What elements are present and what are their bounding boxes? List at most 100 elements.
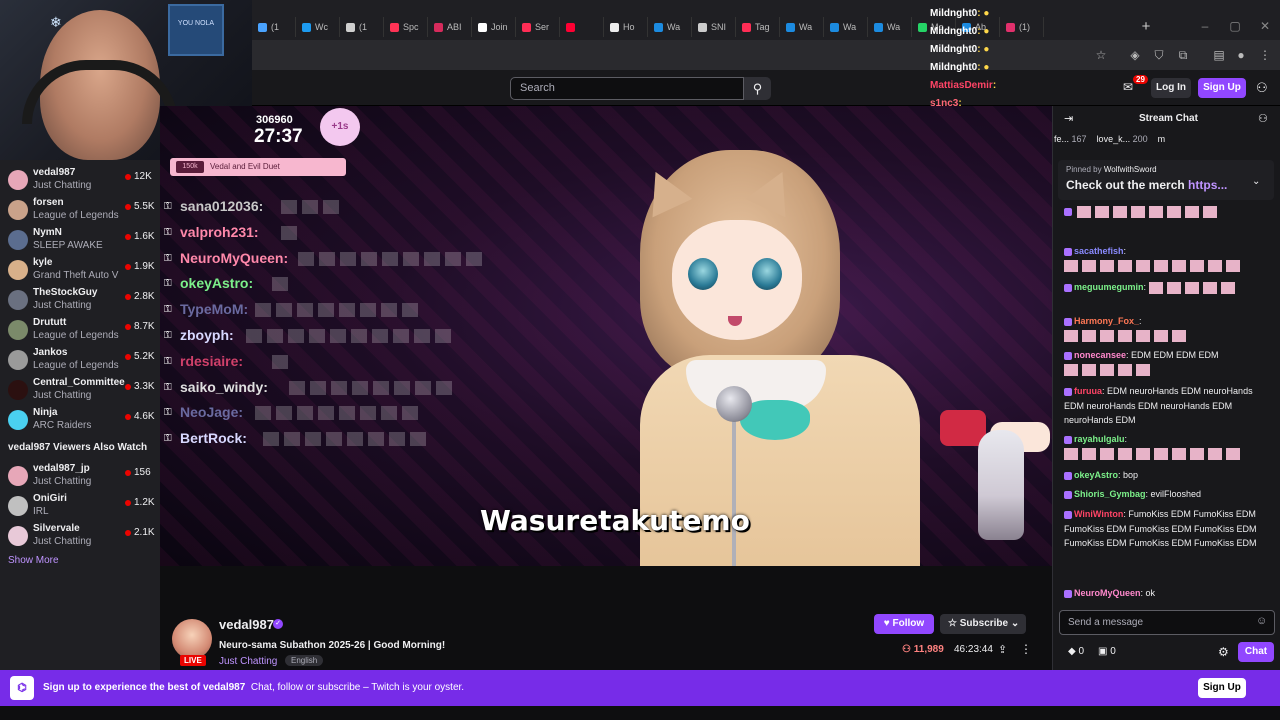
browser-tab[interactable]: SNI [692, 17, 736, 37]
chat-username[interactable]: NeuroMyQueen [1074, 588, 1141, 598]
share-icon[interactable]: ⇪ [998, 643, 1007, 656]
chat-username[interactable]: okeyAstro [1074, 470, 1118, 480]
chat-message[interactable]: nonecansee: EDM EDM EDM EDM [1064, 348, 1264, 377]
users-icon[interactable]: ⚇ [1258, 112, 1268, 125]
gear-icon[interactable]: ⚙ [1218, 645, 1229, 659]
sidebar-icon[interactable]: ▤ [1210, 46, 1228, 64]
chat-send-button[interactable]: Chat [1238, 642, 1274, 662]
viewer-count-value: 11,989 [913, 644, 944, 655]
stream-category[interactable]: Just Chatting [219, 656, 277, 667]
puzzle-icon[interactable]: ⧉ [1174, 46, 1192, 64]
chat-input[interactable]: Send a message [1059, 610, 1275, 635]
chat-message[interactable]: Shioris_Gymbag: evilFlooshed [1064, 487, 1264, 502]
browser-tab[interactable]: Wa [648, 17, 692, 37]
subscribe-button[interactable]: ☆ Subscribe ⌄ [940, 614, 1026, 634]
shield-icon[interactable]: ⛉ [1150, 46, 1168, 64]
search-icon[interactable]: ⚲ [744, 77, 771, 100]
chat-message[interactable]: furuua: EDM neuroHands EDM neuroHands ED… [1064, 384, 1264, 428]
emoji-icon[interactable]: ☺ [1256, 615, 1267, 627]
browser-tab[interactable]: (1 [252, 17, 296, 37]
sidebar-channel[interactable]: Silvervale Just Chatting 2.1K [0, 521, 160, 551]
chat-message[interactable]: rayahulgalu: [1064, 432, 1264, 461]
search-input[interactable]: Search [510, 77, 744, 100]
signup-button[interactable]: Sign Up [1198, 78, 1246, 98]
sidebar-channel[interactable]: Drututt League of Legends 8.7K [0, 315, 160, 345]
profile-icon[interactable]: ● [1232, 46, 1250, 64]
chat-username[interactable]: furuua [1074, 386, 1102, 396]
channel-name[interactable]: vedal987 [219, 617, 274, 632]
new-tab-button[interactable]: + [1136, 17, 1156, 37]
channel-avatar [8, 260, 28, 280]
live-dot-icon [125, 204, 131, 210]
bits-balance[interactable]: ◆ 0 [1068, 646, 1084, 657]
login-button[interactable]: Log In [1151, 78, 1191, 98]
chat-message[interactable]: okeyAstro: bop [1064, 468, 1264, 483]
overlay-emotes [280, 225, 302, 240]
leaderboard-entry[interactable]: love_k... 200 [1097, 134, 1148, 144]
chat-username[interactable]: WiniWinton [1074, 509, 1123, 519]
chat-message[interactable]: NeuroMyQueen: ok [1064, 586, 1264, 601]
chat-username[interactable]: sacathefish [1074, 246, 1124, 256]
sidebar-channel[interactable]: kyle Grand Theft Auto V 1.9K [0, 255, 160, 285]
chat-badge-icon [1064, 351, 1072, 360]
overlay-chat-user: Mildnght0 [930, 44, 978, 55]
channel-viewers: 8.7K [134, 321, 155, 332]
overlay-chat-line: Mildnght0: ● [930, 44, 989, 55]
sidebar-channel[interactable]: Jankos League of Legends 5.2K [0, 345, 160, 375]
sidebar-channel[interactable]: Ninja ARC Raiders 4.6K [0, 405, 160, 435]
browser-tab[interactable]: (1 [340, 17, 384, 37]
more-options-icon[interactable]: ⋮ [1020, 642, 1032, 656]
channel-points[interactable]: ▣ 0 [1098, 646, 1116, 657]
banner-signup-button[interactable]: Sign Up [1198, 678, 1246, 698]
menu-icon[interactable]: ⋮ [1256, 46, 1274, 64]
leaderboard-name: fe... [1054, 134, 1070, 144]
sidebar-channel[interactable]: NymN SLEEP AWAKE 1.6K [0, 225, 160, 255]
pinned-link[interactable]: https... [1188, 178, 1227, 192]
browser-tab[interactable]: ABI [428, 17, 472, 37]
chat-username[interactable]: meguumegumin [1074, 282, 1144, 292]
browser-tab[interactable]: Tag [736, 17, 780, 37]
extension-icon[interactable]: ◈ [1126, 46, 1144, 64]
chat-message[interactable] [1064, 204, 1264, 219]
chevron-down-icon[interactable]: ⌄ [1252, 176, 1260, 187]
sidebar-channel[interactable]: vedal987 Just Chatting 12K [0, 165, 160, 195]
chat-username[interactable]: Harmony_Fox_ [1074, 316, 1139, 326]
live-dot-icon [125, 470, 131, 476]
follow-button[interactable]: ♥ Follow [874, 614, 934, 634]
leaderboard-entry[interactable]: m [1158, 134, 1166, 144]
sidebar-channel[interactable]: vedal987_jp Just Chatting 156 [0, 461, 160, 491]
chat-username[interactable]: Shioris_Gymbag [1074, 489, 1146, 499]
close-icon[interactable]: ✕ [1250, 14, 1280, 38]
chat-message[interactable]: sacathefish: [1064, 244, 1264, 273]
chat-username[interactable]: nonecansee [1074, 350, 1126, 360]
collapse-chat-icon[interactable]: ⇥ [1064, 112, 1073, 125]
browser-tab[interactable]: Wc [296, 17, 340, 37]
sidebar-channel[interactable]: forsen League of Legends 5.5K [0, 195, 160, 225]
sidebar-channel[interactable]: TheStockGuy Just Chatting 2.8K [0, 285, 160, 315]
maximize-icon[interactable]: ▢ [1220, 14, 1250, 38]
browser-tab[interactable]: Wa [824, 17, 868, 37]
sidebar-channel[interactable]: OniGiri IRL 1.2K [0, 491, 160, 521]
star-icon[interactable]: ☆ [1092, 46, 1110, 64]
sidebar-channel[interactable]: Central_Committee Just Chatting 3.3K [0, 375, 160, 405]
browser-tab[interactable]: Wa [780, 17, 824, 37]
channel-avatar[interactable] [172, 619, 212, 659]
browser-tab[interactable]: Ho [604, 17, 648, 37]
browser-tab[interactable]: Join [472, 17, 516, 37]
chat-message[interactable]: WiniWinton: FumoKiss EDM FumoKiss EDM Fu… [1064, 507, 1264, 551]
language-tag[interactable]: English [285, 655, 324, 666]
browser-tab[interactable] [560, 17, 604, 37]
browser-tab[interactable]: (1) [1000, 17, 1044, 37]
minimize-icon[interactable]: – [1190, 14, 1220, 38]
leaderboard-entry[interactable]: fe... 167 [1054, 134, 1087, 144]
show-more-link[interactable]: Show More [8, 555, 59, 566]
browser-tab[interactable]: Wa [868, 17, 912, 37]
channel-game: Just Chatting [33, 300, 92, 311]
browser-tab[interactable]: Ser [516, 17, 560, 37]
browser-tab[interactable]: Spc [384, 17, 428, 37]
chat-username[interactable]: rayahulgalu [1074, 434, 1125, 444]
chat-message[interactable]: meguumegumin: [1064, 280, 1264, 295]
user-icon[interactable]: ⚇ [1256, 80, 1268, 96]
chat-message[interactable]: Harmony_Fox_: [1064, 314, 1264, 343]
overlay-chat-line: MattiasDemir: [930, 80, 996, 91]
